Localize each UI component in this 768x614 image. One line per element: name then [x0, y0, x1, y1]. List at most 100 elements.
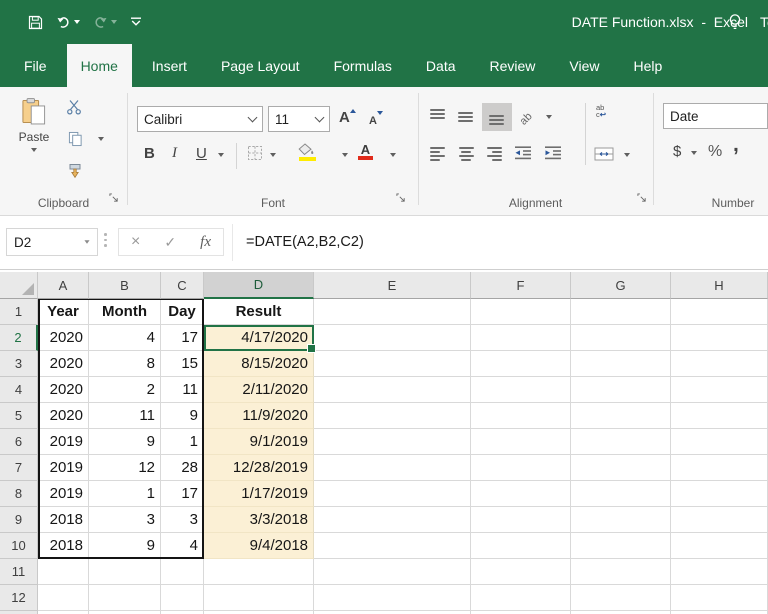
- cell-F8[interactable]: [471, 481, 571, 507]
- cell-F4[interactable]: [471, 377, 571, 403]
- font-color-button[interactable]: A: [358, 143, 373, 160]
- borders-button[interactable]: [247, 145, 263, 161]
- cell-E10[interactable]: [314, 533, 471, 559]
- cell-A8[interactable]: 2019: [38, 481, 89, 507]
- percent-format-button[interactable]: %: [708, 143, 722, 161]
- cancel-icon[interactable]: ×: [131, 233, 140, 251]
- cell-H10[interactable]: [671, 533, 768, 559]
- fill-color-dropdown-arrow[interactable]: [342, 153, 348, 157]
- cell-C7[interactable]: 28: [161, 455, 204, 481]
- copy-button[interactable]: [68, 131, 83, 147]
- cell-G8[interactable]: [571, 481, 671, 507]
- cell-F2[interactable]: [471, 325, 571, 351]
- tab-home[interactable]: Home: [66, 44, 132, 87]
- cell-H4[interactable]: [671, 377, 768, 403]
- cell-F11[interactable]: [471, 559, 571, 585]
- cell-E11[interactable]: [314, 559, 471, 585]
- orientation-button[interactable]: ab: [518, 109, 535, 127]
- cell-A1[interactable]: Year: [38, 299, 89, 325]
- cell-G2[interactable]: [571, 325, 671, 351]
- row-header-2[interactable]: 2: [0, 325, 38, 351]
- cell-E6[interactable]: [314, 429, 471, 455]
- cell-H2[interactable]: [671, 325, 768, 351]
- increase-indent-button[interactable]: [544, 146, 562, 160]
- column-header-B[interactable]: B: [89, 272, 161, 299]
- cell-D7[interactable]: 12/28/2019: [204, 455, 314, 481]
- italic-button[interactable]: I: [172, 145, 177, 162]
- clipboard-dialog-launcher[interactable]: [109, 190, 119, 208]
- cell-G3[interactable]: [571, 351, 671, 377]
- cell-B8[interactable]: 1: [89, 481, 161, 507]
- cell-H11[interactable]: [671, 559, 768, 585]
- font-color-dropdown-arrow[interactable]: [390, 153, 396, 157]
- column-header-C[interactable]: C: [161, 272, 204, 299]
- insert-function-icon[interactable]: fx: [200, 234, 211, 251]
- formula-input[interactable]: =DATE(A2,B2,C2): [246, 228, 364, 256]
- cut-button[interactable]: [66, 99, 82, 115]
- font-dialog-launcher[interactable]: [396, 190, 406, 208]
- cell-C8[interactable]: 17: [161, 481, 204, 507]
- column-header-D[interactable]: D: [204, 272, 314, 299]
- cell-F6[interactable]: [471, 429, 571, 455]
- cell-E4[interactable]: [314, 377, 471, 403]
- cell-G10[interactable]: [571, 533, 671, 559]
- top-align-button[interactable]: [430, 109, 446, 125]
- increase-font-size-button[interactable]: A: [339, 109, 356, 127]
- align-left-button[interactable]: [430, 147, 446, 161]
- cell-B1[interactable]: Month: [89, 299, 161, 325]
- tab-insert[interactable]: Insert: [138, 44, 201, 87]
- cell-A7[interactable]: 2019: [38, 455, 89, 481]
- cell-F5[interactable]: [471, 403, 571, 429]
- cell-C11[interactable]: [161, 559, 204, 585]
- bold-button[interactable]: B: [144, 145, 155, 162]
- cell-B6[interactable]: 9: [89, 429, 161, 455]
- cell-D6[interactable]: 9/1/2019: [204, 429, 314, 455]
- cell-E9[interactable]: [314, 507, 471, 533]
- cell-B3[interactable]: 8: [89, 351, 161, 377]
- underline-dropdown-arrow[interactable]: [218, 153, 224, 157]
- cell-A5[interactable]: 2020: [38, 403, 89, 429]
- tab-formulas[interactable]: Formulas: [320, 44, 406, 87]
- cell-D2[interactable]: 4/17/2020: [204, 325, 314, 351]
- save-button[interactable]: [28, 15, 43, 30]
- wrap-text-button[interactable]: ab c↩: [596, 104, 606, 119]
- tab-view[interactable]: View: [555, 44, 613, 87]
- row-header-1[interactable]: 1: [0, 299, 38, 325]
- cell-E7[interactable]: [314, 455, 471, 481]
- comma-format-button[interactable]: ,: [733, 133, 739, 157]
- row-header-7[interactable]: 7: [0, 455, 38, 481]
- cell-D3[interactable]: 8/15/2020: [204, 351, 314, 377]
- decrease-indent-button[interactable]: [514, 146, 532, 160]
- cell-C1[interactable]: Day: [161, 299, 204, 325]
- row-header-5[interactable]: 5: [0, 403, 38, 429]
- cell-H9[interactable]: [671, 507, 768, 533]
- customize-quick-access-button[interactable]: [130, 17, 142, 27]
- copy-dropdown-arrow[interactable]: [98, 137, 104, 141]
- cell-H8[interactable]: [671, 481, 768, 507]
- cell-B12[interactable]: [89, 585, 161, 611]
- cell-C4[interactable]: 11: [161, 377, 204, 403]
- cell-A11[interactable]: [38, 559, 89, 585]
- cell-B4[interactable]: 2: [89, 377, 161, 403]
- row-header-8[interactable]: 8: [0, 481, 38, 507]
- cell-D4[interactable]: 2/11/2020: [204, 377, 314, 403]
- cell-H1[interactable]: [671, 299, 768, 325]
- cell-B11[interactable]: [89, 559, 161, 585]
- borders-dropdown-arrow[interactable]: [270, 153, 276, 157]
- cell-B10[interactable]: 9: [89, 533, 161, 559]
- cell-D11[interactable]: [204, 559, 314, 585]
- tell-me-lightbulb[interactable]: [728, 0, 742, 43]
- cell-E1[interactable]: [314, 299, 471, 325]
- cell-A6[interactable]: 2019: [38, 429, 89, 455]
- cell-E12[interactable]: [314, 585, 471, 611]
- cell-B5[interactable]: 11: [89, 403, 161, 429]
- merge-center-button[interactable]: [594, 147, 614, 161]
- cell-C10[interactable]: 4: [161, 533, 204, 559]
- cell-F10[interactable]: [471, 533, 571, 559]
- cell-D12[interactable]: [204, 585, 314, 611]
- font-size-combo[interactable]: 11: [268, 106, 330, 132]
- cell-H5[interactable]: [671, 403, 768, 429]
- cell-F12[interactable]: [471, 585, 571, 611]
- undo-dropdown-arrow[interactable]: [74, 20, 80, 24]
- name-box-resizer[interactable]: [104, 233, 107, 247]
